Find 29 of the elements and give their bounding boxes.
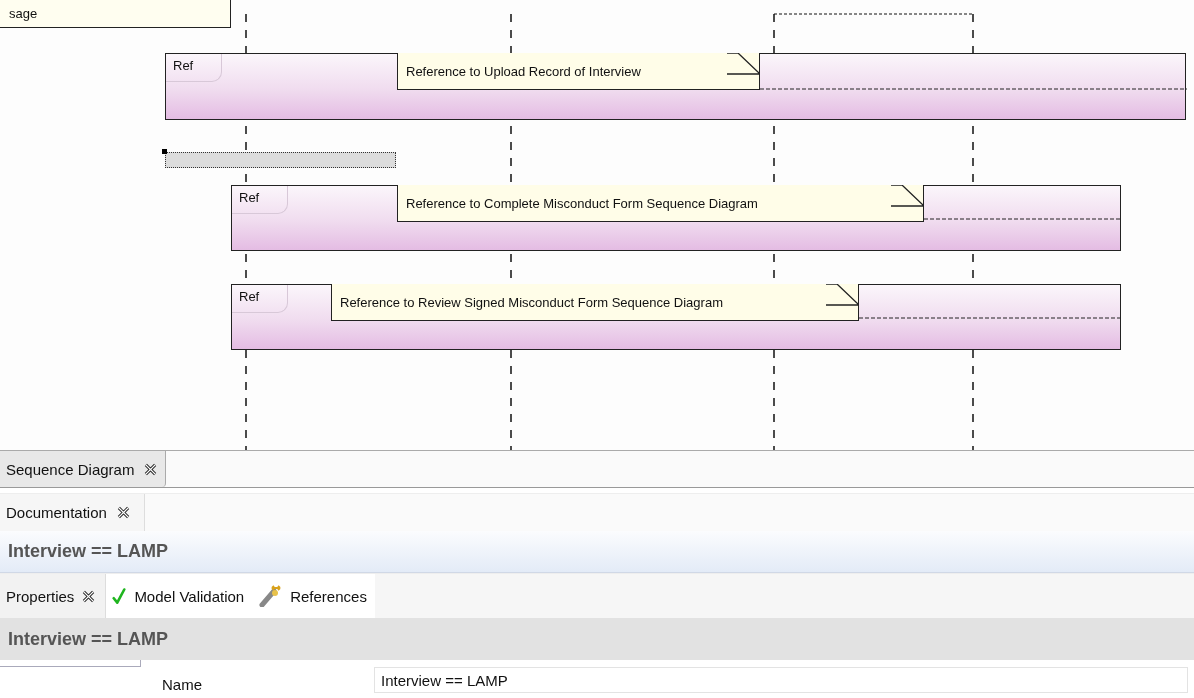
editor-tab[interactable]: Sequence Diagram <box>0 451 167 487</box>
name-field[interactable]: Interview == LAMP <box>374 667 1188 693</box>
selection-box[interactable] <box>165 152 396 168</box>
folded-corner-icon <box>726 53 760 75</box>
properties-tab[interactable]: Properties <box>0 574 107 618</box>
folded-corner-icon <box>825 284 859 306</box>
close-icon[interactable] <box>144 462 158 476</box>
close-icon[interactable] <box>82 589 96 603</box>
selection-handle[interactable] <box>162 149 167 154</box>
note[interactable]: Reference to Complete Misconduct Form Sequence Diagram <box>397 185 924 222</box>
properties-heading: Interview == LAMP <box>0 618 1194 660</box>
documentation-tab[interactable]: Documentation <box>0 494 145 531</box>
folded-corner-icon <box>890 185 924 207</box>
ref-label: Ref <box>232 285 289 313</box>
note[interactable]: Reference to Review Signed Misconduct Form Sequence Diagram <box>331 284 859 321</box>
check-icon <box>112 587 127 605</box>
field-label: Name <box>162 676 203 693</box>
wand-icon <box>258 585 283 607</box>
note[interactable]: sage <box>0 0 231 28</box>
ref-label: Ref <box>166 54 223 82</box>
reference-frame[interactable]: Ref Reference to Review Signed Misconduct Form Sequence Diagram <box>231 284 1121 350</box>
close-icon[interactable] <box>116 506 130 519</box>
ref-label: Ref <box>232 186 289 214</box>
reference-frame[interactable]: Ref Reference to Complete Misconduct Form Sequence Diagram <box>231 185 1121 251</box>
properties-tab[interactable]: Model Validation <box>106 574 253 618</box>
note[interactable]: Reference to Upload Record of Interview <box>397 53 760 90</box>
reference-frame[interactable]: Ref Reference to Upload Record of Interview <box>165 53 1186 120</box>
documentation-heading: Interview == LAMP <box>0 531 1194 573</box>
properties-tab[interactable]: References <box>252 574 375 618</box>
